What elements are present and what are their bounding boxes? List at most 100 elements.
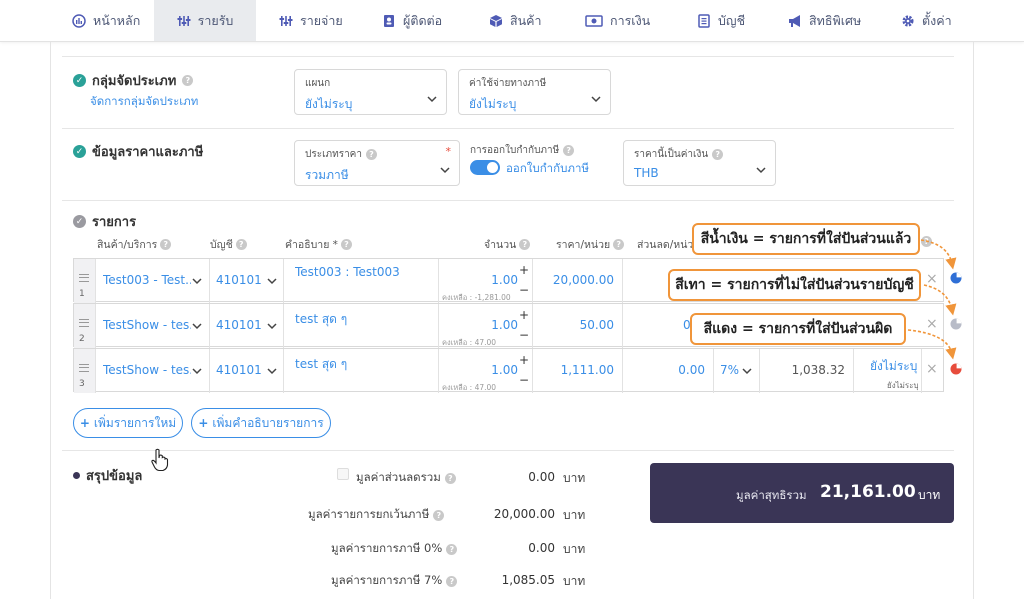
nav-expense[interactable]: รายจ่าย xyxy=(279,0,343,41)
unit-price-input[interactable]: 20,000.00 xyxy=(533,259,623,303)
add-description-button[interactable]: + เพิ่มคำอธิบายรายการ xyxy=(191,408,331,438)
discount-input[interactable]: 0 xyxy=(623,304,693,348)
header-qty: จำนวน? xyxy=(484,236,531,253)
product-select[interactable]: TestShow - tes... xyxy=(96,349,210,393)
discount-input[interactable]: 0.00 xyxy=(623,349,714,393)
nav-accounting[interactable]: บัญชี xyxy=(697,0,745,41)
increment-icon[interactable]: + xyxy=(519,309,529,321)
chevron-down-icon xyxy=(742,368,752,375)
nav-home-label: หน้าหลัก xyxy=(93,12,141,28)
unit-price-value: 50.00 xyxy=(579,318,614,332)
unit-price-input[interactable]: 1,111.00 xyxy=(533,349,623,393)
callout-red-text: สีแดง = รายการที่ใส่ปันส่วนผิด xyxy=(703,321,893,337)
qty-value: 1.00 xyxy=(491,318,518,332)
stock-remaining: คงเหลือ : 47.00 xyxy=(442,383,497,392)
increment-icon[interactable]: + xyxy=(519,264,529,276)
summary-heading: สรุปข้อมูล xyxy=(73,465,142,486)
summary-unit: บาท xyxy=(563,471,586,485)
money-icon xyxy=(585,14,603,28)
qty-stepper[interactable]: 1.00 + − คงเหลือ : -1,281.00 xyxy=(439,259,533,303)
chevron-down-icon xyxy=(267,368,277,375)
divider xyxy=(62,128,954,129)
product-select[interactable]: Test003 - Test... xyxy=(96,259,210,303)
help-icon[interactable]: ? xyxy=(340,239,352,250)
tax-expense-select[interactable]: ค่าใช้จ่ายทางภาษี ยังไม่ระบุ xyxy=(458,69,611,115)
description-input[interactable]: test สุด ๆ xyxy=(284,349,439,393)
gear-icon xyxy=(901,14,915,28)
description-input[interactable]: test สุด ๆ xyxy=(284,304,439,348)
vat-select[interactable]: 7% xyxy=(714,349,760,393)
pricing-heading: ✓ ข้อมูลราคาและภาษี xyxy=(73,141,203,162)
table-row: 3 TestShow - tes... 410101 test สุด ๆ 1.… xyxy=(73,348,944,393)
price-type-select[interactable]: ประเภทราคา? รวมภาษี * xyxy=(294,140,460,186)
help-icon[interactable]: ? xyxy=(160,239,172,250)
currency-select[interactable]: ราคานี้เป็นค่าเงิน? THB xyxy=(623,140,776,186)
nav-products[interactable]: สินค้า xyxy=(489,0,542,41)
plus-icon: + xyxy=(198,416,209,430)
category-group-title: กลุ่มจัดประเภท xyxy=(92,74,177,89)
nav-settings[interactable]: ตั้งค่า xyxy=(901,0,952,41)
tax-invoice-toggle[interactable] xyxy=(470,160,500,175)
product-select[interactable]: TestShow - tes... xyxy=(96,304,210,348)
header-product-label: สินค้า/บริการ xyxy=(97,239,158,251)
nav-income[interactable]: รายรับ xyxy=(154,0,256,41)
chevron-down-icon xyxy=(192,323,202,330)
description-input[interactable]: Test003 : Test003 xyxy=(284,259,439,303)
drag-handle[interactable]: 1 xyxy=(74,259,96,303)
decrement-icon[interactable]: − xyxy=(519,329,529,341)
help-icon[interactable]: ? xyxy=(235,239,247,250)
account-select[interactable]: 410101 xyxy=(210,304,284,348)
help-icon[interactable]: ? xyxy=(444,472,456,484)
manage-category-link[interactable]: จัดการกลุ่มจัดประเภท xyxy=(90,93,198,111)
amount-input[interactable]: 1,038.32 xyxy=(760,349,854,393)
description-value: test สุด ๆ xyxy=(295,357,348,371)
allocation-subvalue: ยังไม่ระบุ xyxy=(887,381,919,390)
vat-value: 7% xyxy=(720,363,740,377)
tax-invoice-label-row: การออกใบกำกับภาษี ? xyxy=(470,143,575,158)
items-title: รายการ xyxy=(92,215,137,230)
help-icon[interactable]: ? xyxy=(519,239,531,250)
price-type-value: รวมภาษี xyxy=(305,168,349,182)
add-item-button[interactable]: + เพิ่มรายการใหม่ xyxy=(73,408,183,438)
help-icon[interactable]: ? xyxy=(613,239,625,250)
discount-total-checkbox[interactable] xyxy=(337,468,349,480)
decrement-icon[interactable]: − xyxy=(519,374,529,386)
help-icon[interactable]: ? xyxy=(182,75,194,86)
description-value: test สุด ๆ xyxy=(295,312,348,326)
nav-contacts[interactable]: ผู้ติดต่อ xyxy=(382,0,442,41)
account-select[interactable]: 410101 xyxy=(210,259,284,303)
qty-stepper[interactable]: 1.00 + − คงเหลือ : 47.00 xyxy=(439,304,533,348)
decrement-icon[interactable]: − xyxy=(519,284,529,296)
department-select[interactable]: แผนก ยังไม่ระบุ xyxy=(294,69,447,115)
summary-vat7-value: 1,085.05 xyxy=(501,573,555,587)
megaphone-icon xyxy=(788,14,802,28)
drag-handle-icon xyxy=(79,364,89,372)
help-icon[interactable]: ? xyxy=(712,149,724,160)
help-icon[interactable]: ? xyxy=(365,149,377,160)
discount-value: 0.00 xyxy=(678,363,705,377)
drag-handle[interactable]: 2 xyxy=(74,304,96,348)
drag-handle[interactable]: 3 xyxy=(74,349,96,393)
summary-vat0-label: มูลค่ารายการภาษี 0%? xyxy=(331,540,458,558)
help-icon[interactable]: ? xyxy=(446,575,458,587)
category-group-heading: ✓ กลุ่มจัดประเภท ? xyxy=(73,70,194,91)
help-icon[interactable]: ? xyxy=(446,543,458,555)
unit-price-input[interactable]: 50.00 xyxy=(533,304,623,348)
nav-privileges[interactable]: สิทธิพิเศษ xyxy=(788,0,861,41)
nav-home[interactable]: หน้าหลัก xyxy=(72,0,140,41)
nav-finance[interactable]: การเงิน xyxy=(585,0,650,41)
account-select[interactable]: 410101 xyxy=(210,349,284,393)
increment-icon[interactable]: + xyxy=(519,354,529,366)
header-qty-label: จำนวน xyxy=(484,239,517,251)
plus-icon: + xyxy=(79,416,90,430)
qty-stepper[interactable]: 1.00 + − คงเหลือ : 47.00 xyxy=(439,349,533,393)
chevron-down-icon xyxy=(267,278,277,285)
product-value: Test003 - Test... xyxy=(103,273,191,287)
header-account-label: บัญชี xyxy=(210,239,233,251)
header-description: คำอธิบาย *? xyxy=(285,236,352,253)
help-icon[interactable]: ? xyxy=(563,145,575,156)
qty-value: 1.00 xyxy=(491,363,518,377)
summary-discount-label: มูลค่าส่วนลดรวม? xyxy=(356,469,456,487)
currency-label: ราคานี้เป็นค่าเงิน xyxy=(634,149,709,160)
help-icon[interactable]: ? xyxy=(433,509,445,521)
